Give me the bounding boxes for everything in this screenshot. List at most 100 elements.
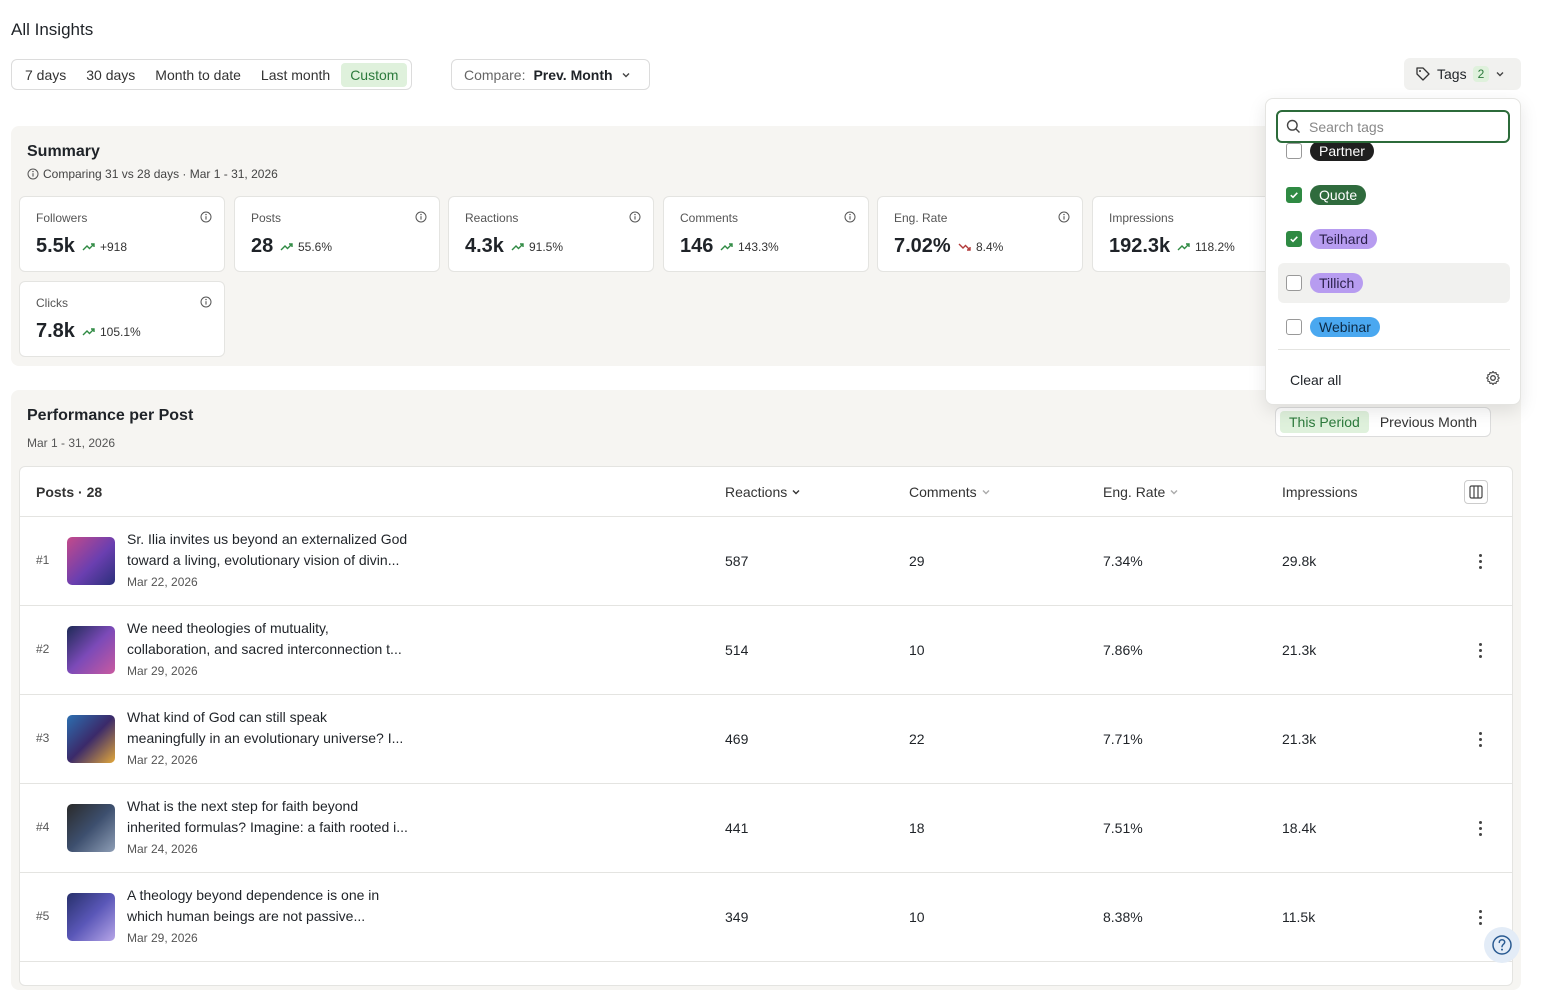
- period-toggle: This Period Previous Month: [1275, 407, 1492, 437]
- more-options-icon[interactable]: [1472, 817, 1488, 839]
- previous-month-button[interactable]: Previous Month: [1371, 411, 1486, 433]
- metric-value: 146: [680, 235, 714, 257]
- more-options-icon[interactable]: [1472, 906, 1488, 928]
- tag-checkbox[interactable]: [1286, 275, 1302, 291]
- range-custom-button[interactable]: Custom: [341, 62, 408, 87]
- metric-card-reactions: Reactions 4.3k 91.5%: [448, 196, 654, 272]
- tag-pill: Tillich: [1310, 273, 1364, 293]
- gear-icon[interactable]: [1485, 370, 1501, 386]
- post-text[interactable]: We need theologies of mutuality, collabor…: [127, 618, 447, 660]
- post-thumbnail: [67, 715, 115, 763]
- tags-filter-button[interactable]: Tags 2: [1404, 58, 1521, 90]
- metric-card-eng-rate: Eng. Rate 7.02% 8.4%: [877, 196, 1083, 272]
- post-thumbnail: [67, 804, 115, 852]
- metric-value: 7.02%: [894, 235, 951, 257]
- metric-delta: 118.2%: [1177, 240, 1235, 254]
- info-icon[interactable]: [1058, 211, 1070, 223]
- tag-pill: Teilhard: [1310, 229, 1378, 249]
- post-date: Mar 22, 2026: [127, 753, 198, 767]
- tags-button-label: Tags: [1437, 66, 1467, 82]
- post-date: Mar 29, 2026: [127, 931, 198, 945]
- info-icon[interactable]: [200, 296, 212, 308]
- reactions-column-header[interactable]: Reactions: [725, 484, 801, 500]
- impressions-cell: 18.4k: [1282, 820, 1317, 836]
- metric-card-clicks: Clicks 7.8k 105.1%: [19, 281, 225, 357]
- checkmark-icon: [1290, 236, 1298, 243]
- tag-checkbox[interactable]: [1286, 319, 1302, 335]
- post-date: Mar 29, 2026: [127, 664, 198, 678]
- post-date: Mar 22, 2026: [127, 575, 198, 589]
- comments-column-header[interactable]: Comments: [909, 484, 991, 500]
- clear-all-button[interactable]: Clear all: [1290, 372, 1341, 388]
- reactions-cell: 441: [725, 820, 749, 836]
- chevron-down-icon: [792, 490, 800, 495]
- chevron-down-icon: [622, 72, 630, 77]
- help-icon: [1492, 935, 1512, 955]
- impressions-cell: 11.5k: [1282, 909, 1316, 925]
- range-month-to-date-button[interactable]: Month to date: [146, 63, 250, 87]
- info-icon: [27, 168, 39, 180]
- info-icon[interactable]: [200, 211, 212, 223]
- tag-option-quote[interactable]: Quote: [1278, 175, 1510, 215]
- more-options-icon[interactable]: [1472, 639, 1488, 661]
- tag-option-tillich[interactable]: Tillich: [1278, 263, 1510, 303]
- metric-value: 7.8k: [36, 320, 75, 342]
- chevron-down-icon: [982, 490, 990, 495]
- impressions-column-header[interactable]: Impressions: [1282, 484, 1357, 500]
- tags-count-badge: 2: [1472, 66, 1490, 82]
- more-options-icon[interactable]: [1472, 728, 1488, 750]
- trend-up-icon: [1177, 243, 1190, 251]
- tag-checkbox[interactable]: [1286, 187, 1302, 203]
- this-period-button[interactable]: This Period: [1280, 411, 1369, 433]
- post-thumbnail: [67, 626, 115, 674]
- tag-checkbox[interactable]: [1286, 143, 1302, 159]
- table-row[interactable]: #3 What kind of God can still speak meanin…: [20, 695, 1512, 784]
- reactions-cell: 514: [725, 642, 749, 658]
- help-button[interactable]: [1484, 927, 1520, 963]
- metric-label: Clicks: [36, 296, 68, 310]
- tag-search-input[interactable]: [1309, 118, 1499, 135]
- post-text[interactable]: A theology beyond dependence is one in wh…: [127, 885, 447, 927]
- eng-rate-cell: 7.34%: [1103, 553, 1143, 569]
- metric-value: 5.5k: [36, 235, 75, 257]
- reactions-cell: 349: [725, 909, 749, 925]
- table-row[interactable]: #4 What is the next step for faith beyond…: [20, 784, 1512, 873]
- post-date: Mar 24, 2026: [127, 842, 198, 856]
- metric-value: 4.3k: [465, 235, 504, 257]
- post-rank: #4: [36, 820, 50, 834]
- trend-up-icon: [82, 243, 95, 251]
- metric-label: Eng. Rate: [894, 211, 948, 225]
- tag-pill: Quote: [1310, 185, 1367, 205]
- compare-select[interactable]: Compare: Prev. Month: [451, 59, 650, 90]
- range-30-days-button[interactable]: 30 days: [77, 63, 144, 87]
- post-text[interactable]: Sr. Ilia invites us beyond an externaliz…: [127, 529, 447, 571]
- tag-checkbox[interactable]: [1286, 231, 1302, 247]
- tag-pill: Partner: [1310, 143, 1374, 161]
- table-row[interactable]: #5 A theology beyond dependence is one in…: [20, 873, 1512, 962]
- post-text[interactable]: What is the next step for faith beyond in…: [127, 796, 447, 838]
- tag-option-teilhard[interactable]: Teilhard: [1278, 219, 1510, 259]
- eng-rate-column-header[interactable]: Eng. Rate: [1103, 484, 1179, 500]
- info-icon[interactable]: [415, 211, 427, 223]
- post-thumbnail: [67, 893, 115, 941]
- performance-subtitle: Mar 1 - 31, 2026: [27, 436, 116, 450]
- tag-option-webinar[interactable]: Webinar: [1278, 307, 1510, 347]
- more-options-icon[interactable]: [1472, 550, 1488, 572]
- summary-subtitle: Comparing 31 vs 28 days · Mar 1 - 31, 20…: [27, 167, 278, 181]
- metric-label: Posts: [251, 211, 282, 225]
- post-text[interactable]: What kind of God can still speak meaningf…: [127, 707, 447, 749]
- metric-value: 192.3k: [1109, 235, 1171, 257]
- range-7-days-button[interactable]: 7 days: [16, 63, 75, 87]
- table-row[interactable]: #1 Sr. Ilia invites us beyond an external…: [20, 517, 1512, 606]
- table-row[interactable]: #2 We need theologies of mutuality, collab…: [20, 606, 1512, 695]
- chevron-down-icon: [1170, 490, 1178, 495]
- tag-option-partner[interactable]: Partner: [1278, 143, 1510, 171]
- range-last-month-button[interactable]: Last month: [252, 63, 339, 87]
- column-settings-button[interactable]: [1464, 480, 1488, 504]
- info-icon[interactable]: [844, 211, 856, 223]
- posts-table: Posts · 28 Reactions Comments Eng. Rate …: [19, 466, 1513, 986]
- posts-column-header: Posts · 28: [36, 484, 103, 500]
- info-icon[interactable]: [629, 211, 641, 223]
- eng-rate-cell: 7.71%: [1103, 731, 1143, 747]
- comments-cell: 10: [909, 909, 925, 925]
